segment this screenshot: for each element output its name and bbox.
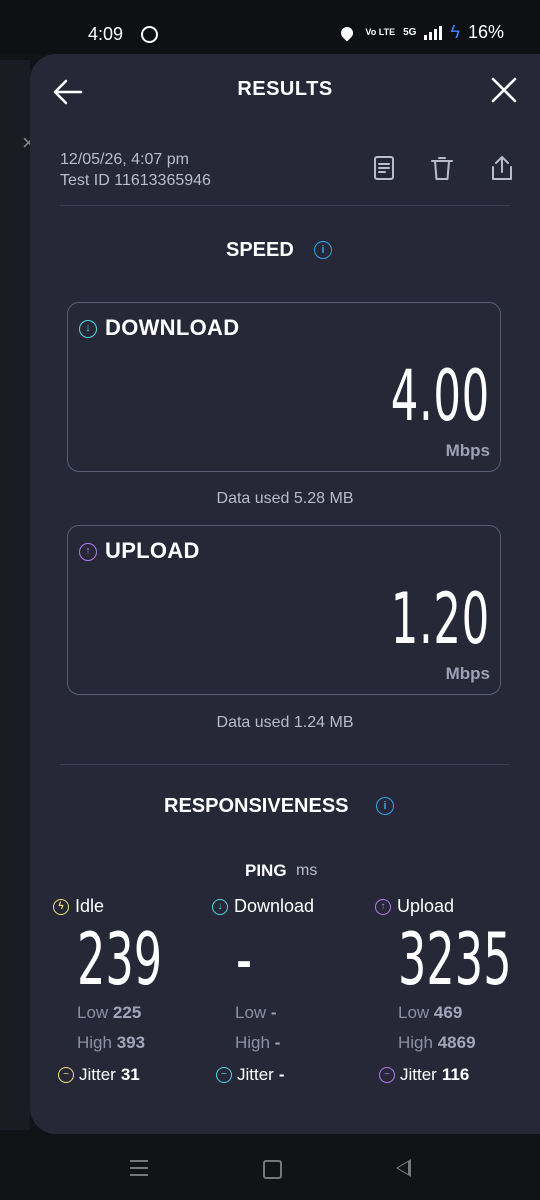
idle-jitter-label: Jitter (79, 1065, 116, 1084)
idle-jitter-value: 31 (120, 1065, 140, 1084)
recent-apps-icon[interactable] (130, 1160, 148, 1181)
idle-high-label: High (77, 1033, 112, 1052)
upload-ping-value: 3235 (398, 917, 512, 1001)
status-bar: 4:09 Vo LTE 5G ϟ 16% (0, 0, 540, 54)
ping-idle-column: ϟ Idle 239 Low 225 High 393 ~ Jitter 31 (53, 896, 214, 1085)
charging-icon: ϟ (450, 22, 460, 42)
speed-info-icon[interactable]: i (314, 241, 332, 259)
nav-back-icon[interactable] (396, 1159, 411, 1177)
share-icon[interactable] (488, 154, 516, 182)
ping-upload-icon: ↑ (375, 898, 391, 915)
download-value: 4.00 (390, 355, 490, 437)
ping-upload-column: ↑ Upload 3235 Low 469 High 4869 ~ Jitter… (375, 896, 540, 1085)
upload-jitter-icon: ~ (379, 1067, 395, 1083)
volte-indicator: Vo LTE (365, 27, 396, 37)
upload-label: UPLOAD (105, 538, 200, 563)
ping-download-column: ↓ Download - Low - High - ~ Jitter - (212, 896, 314, 1085)
battery-level: 16% (467, 22, 504, 42)
download-low-value: - (270, 1003, 277, 1022)
ping-download-icon: ↓ (212, 898, 228, 915)
page-title: RESULTS (237, 78, 333, 100)
ping-unit: ms (296, 862, 318, 879)
responsiveness-info-icon[interactable]: i (376, 797, 394, 815)
speed-title: SPEED (226, 239, 294, 261)
idle-low-value: 225 (112, 1003, 142, 1022)
upload-unit: Mbps (445, 664, 490, 683)
divider (60, 205, 510, 206)
signal-icon (424, 25, 443, 40)
ping-download-label: Download (234, 896, 315, 916)
download-unit: Mbps (445, 441, 490, 460)
download-jitter-icon: ~ (216, 1067, 232, 1083)
download-jitter-label: Jitter (237, 1065, 274, 1084)
upload-jitter-value: 116 (441, 1065, 470, 1084)
ping-label: PING (245, 861, 287, 880)
upload-data-used: Data used 1.24 MB (216, 714, 354, 731)
close-icon[interactable] (490, 76, 518, 104)
home-icon[interactable] (263, 1160, 282, 1179)
test-date: 12/05/26, 4:07 pm (60, 151, 189, 168)
download-low-label: Low (235, 1003, 267, 1022)
upload-value: 1.20 (390, 578, 490, 660)
ping-upload-label: Upload (397, 896, 455, 916)
download-card: ↓ DOWNLOAD 4.00 Mbps (67, 302, 501, 472)
whatsapp-icon (141, 26, 158, 43)
download-high-value: - (274, 1033, 281, 1052)
location-icon (338, 24, 356, 41)
upload-jitter-label: Jitter (400, 1065, 437, 1084)
download-high-label: High (235, 1033, 270, 1052)
upload-high-value: 4869 (437, 1033, 476, 1052)
upload-card: ↑ UPLOAD 1.20 Mbps (67, 525, 501, 695)
delete-icon[interactable] (428, 154, 456, 182)
idle-ping-value: 239 (77, 917, 163, 1001)
idle-jitter-icon: ~ (58, 1067, 74, 1083)
status-indicators: Vo LTE 5G ϟ 16% (338, 22, 504, 43)
test-id: Test ID 11613365946 (60, 172, 211, 189)
upload-low-label: Low (398, 1003, 430, 1022)
idle-bolt-icon: ϟ (53, 898, 69, 915)
background-panel: × (0, 60, 35, 1130)
idle-label: Idle (75, 896, 105, 916)
divider (60, 764, 510, 765)
idle-low-label: Low (77, 1003, 109, 1022)
download-ping-value: - (236, 917, 253, 1001)
navigation-bar (0, 1134, 540, 1200)
download-jitter-value: - (278, 1065, 285, 1084)
network-type: 5G (403, 27, 417, 38)
download-data-used: Data used 5.28 MB (216, 490, 354, 507)
upload-high-label: High (398, 1033, 433, 1052)
download-label: DOWNLOAD (105, 315, 240, 340)
document-icon[interactable] (370, 154, 398, 182)
status-time: 4:09 (88, 24, 124, 44)
upload-arrow-icon: ↑ (79, 543, 97, 561)
results-sheet: RESULTS 12/05/26, 4:07 pm Test ID 116133… (30, 54, 540, 1134)
download-arrow-icon: ↓ (79, 320, 97, 338)
idle-high-value: 393 (116, 1033, 146, 1052)
upload-low-value: 469 (433, 1003, 463, 1022)
responsiveness-title: RESPONSIVENESS (164, 795, 349, 817)
